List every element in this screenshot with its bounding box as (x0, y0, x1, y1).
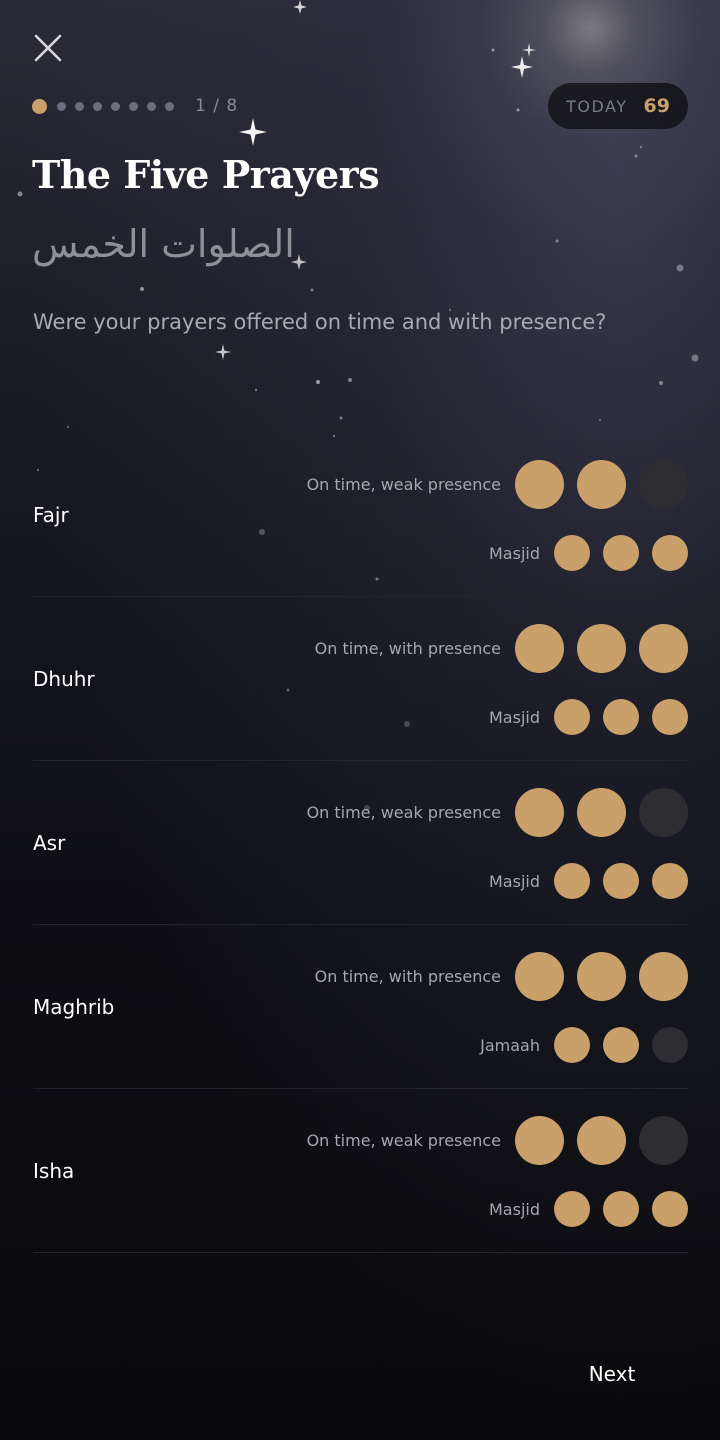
quality-circle-3[interactable] (639, 787, 688, 837)
venue-circle-3[interactable] (652, 863, 688, 899)
venue-circle-2[interactable] (603, 535, 639, 571)
venue-circle-2[interactable] (603, 699, 639, 735)
quality-rating: On time, weak presence (307, 459, 688, 509)
prayer-list: Fajr On time, weak presence Masjid Dhuhr… (33, 433, 688, 1253)
quality-rating: On time, weak presence (307, 1115, 688, 1165)
progress-dot (93, 101, 102, 111)
progress-dot (147, 101, 156, 111)
venue-circle-2[interactable] (603, 1027, 639, 1063)
today-count: 69 (643, 95, 670, 117)
step-progress: 1 / 8 (32, 96, 238, 116)
progress-dot (75, 101, 84, 111)
venue-rating: Masjid (489, 862, 688, 900)
quality-circle-1[interactable] (515, 623, 564, 673)
quality-rating: On time, with presence (315, 951, 688, 1001)
venue-circle-1[interactable] (554, 863, 590, 899)
quality-circle-2[interactable] (577, 951, 626, 1001)
progress-dot-active (32, 98, 47, 114)
prayer-row-asr: Asr On time, weak presence Masjid (33, 761, 688, 925)
arabic-title: الصلوات الخمس (32, 222, 295, 266)
quality-label: On time, weak presence (306, 802, 501, 822)
venue-rating: Masjid (489, 1190, 688, 1228)
quality-circle-1[interactable] (515, 787, 564, 837)
page-subtitle: Were your prayers offered on time and wi… (33, 310, 607, 334)
today-streak-badge: TODAY 69 (548, 83, 688, 129)
venue-label: Masjid (489, 707, 540, 727)
prayer-name: Fajr (33, 503, 69, 527)
venue-rating: Masjid (489, 534, 688, 572)
quality-circle-1[interactable] (515, 951, 564, 1001)
quality-rating: On time, weak presence (307, 787, 688, 837)
venue-circle-2[interactable] (603, 1191, 639, 1227)
quality-label: On time, weak presence (306, 474, 501, 494)
step-counter: 1 / 8 (195, 96, 239, 116)
next-button[interactable]: Next (568, 1352, 656, 1396)
close-icon (34, 34, 62, 62)
quality-circle-2[interactable] (577, 459, 626, 509)
venue-label: Masjid (489, 871, 540, 891)
venue-circle-1[interactable] (554, 535, 590, 571)
venue-circle-3[interactable] (652, 1027, 688, 1063)
venue-circle-1[interactable] (554, 1191, 590, 1227)
prayer-log-screen: 1 / 8 TODAY 69 The Five Prayers الصلوات … (0, 0, 720, 1440)
progress-dot (57, 101, 66, 111)
quality-rating: On time, with presence (315, 623, 688, 673)
quality-circle-3[interactable] (639, 1115, 688, 1165)
prayer-row-maghrib: Maghrib On time, with presence Jamaah (33, 925, 688, 1089)
venue-circle-3[interactable] (652, 1191, 688, 1227)
quality-circle-3[interactable] (639, 951, 688, 1001)
quality-circle-2[interactable] (577, 787, 626, 837)
today-label: TODAY (566, 96, 628, 116)
progress-dot (111, 101, 120, 111)
venue-circle-3[interactable] (652, 535, 688, 571)
prayer-row-dhuhr: Dhuhr On time, with presence Masjid (33, 597, 688, 761)
venue-rating: Masjid (489, 698, 688, 736)
quality-label: On time, with presence (314, 966, 501, 986)
page-title: The Five Prayers (32, 152, 380, 197)
venue-label: Jamaah (480, 1035, 540, 1055)
quality-label: On time, with presence (314, 638, 501, 658)
venue-label: Masjid (489, 1199, 540, 1219)
venue-circle-1[interactable] (554, 699, 590, 735)
quality-label: On time, weak presence (306, 1130, 501, 1150)
close-button[interactable] (28, 28, 68, 68)
prayer-row-fajr: Fajr On time, weak presence Masjid (33, 433, 688, 597)
quality-circle-3[interactable] (639, 459, 688, 509)
quality-circle-3[interactable] (639, 623, 688, 673)
prayer-name: Isha (33, 1159, 75, 1183)
quality-circle-2[interactable] (577, 1115, 626, 1165)
quality-circle-2[interactable] (577, 623, 626, 673)
venue-circle-2[interactable] (603, 863, 639, 899)
venue-label: Masjid (489, 543, 540, 563)
venue-rating: Jamaah (480, 1026, 688, 1064)
prayer-name: Maghrib (33, 995, 115, 1019)
prayer-row-isha: Isha On time, weak presence Masjid (33, 1089, 688, 1253)
prayer-name: Asr (33, 831, 66, 855)
prayer-name: Dhuhr (33, 667, 95, 691)
venue-circle-1[interactable] (554, 1027, 590, 1063)
venue-circle-3[interactable] (652, 699, 688, 735)
progress-dot (165, 101, 174, 111)
quality-circle-1[interactable] (515, 1115, 564, 1165)
quality-circle-1[interactable] (515, 459, 564, 509)
progress-dot (129, 101, 138, 111)
